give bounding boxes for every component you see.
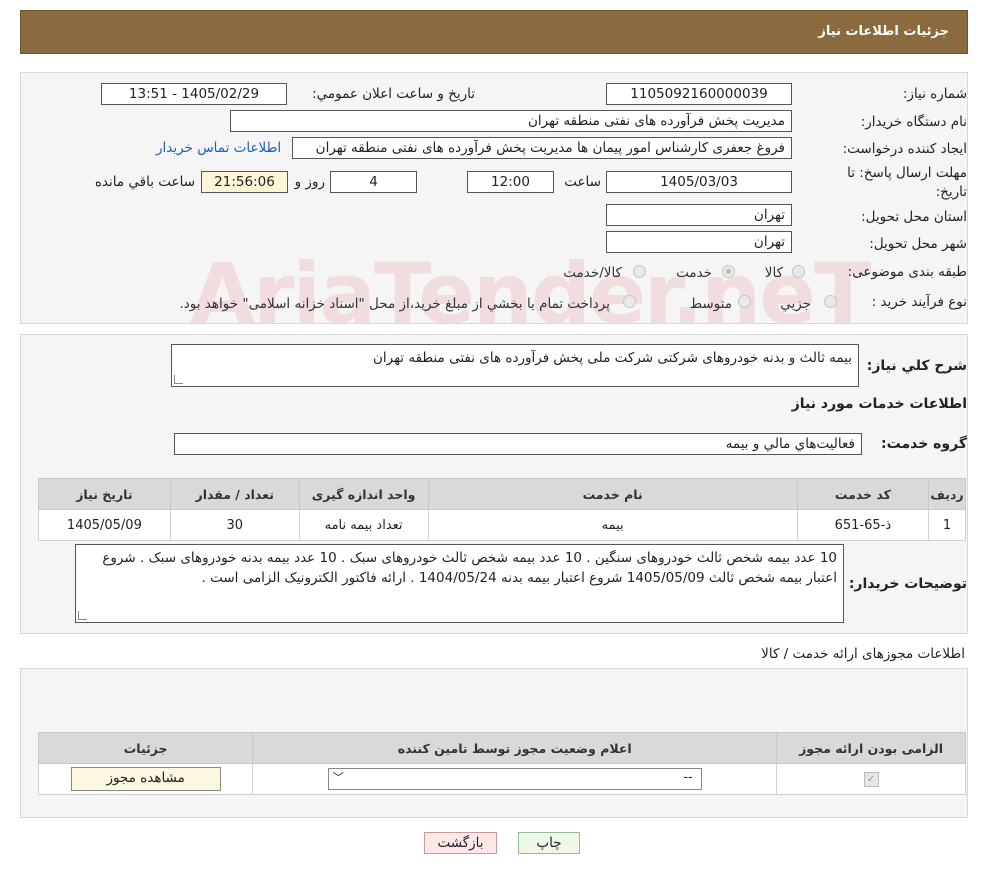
resize-handle-icon[interactable]: [78, 611, 87, 620]
province-field: تهران: [606, 204, 792, 226]
purchase-radio-treasury[interactable]: [623, 295, 636, 308]
category-option-goods: کالا: [764, 265, 783, 281]
general-description-field[interactable]: بیمه ثالث و بدنه خودروهای شرکتی شرکت ملی…: [171, 344, 859, 387]
col-need-date: تاريخ نياز: [38, 478, 171, 510]
buyer-notes-label: توضيحات خريدار:: [848, 576, 967, 592]
col-permit-status: اعلام وضعيت مجوز توسط تامين کننده: [252, 732, 778, 764]
cell-need-date: 1405/05/09: [38, 509, 171, 541]
buyer-org-field: مدیریت پخش فرآورده های نفتی منطقه تهران: [230, 110, 792, 132]
deadline-label-2: تاریخ:: [935, 184, 967, 200]
category-label: طبقه بندی موضوعی:: [847, 264, 967, 280]
need-number-label: شماره نیاز:: [902, 86, 967, 102]
remaining-days-field: 4: [330, 171, 417, 193]
service-group-label: گروه خدمت:: [881, 436, 967, 452]
services-section-title: اطلاعات خدمات مورد نياز: [791, 396, 967, 412]
permits-section-title: اطلاعات مجوزهای ارائه خدمت / کالا: [761, 646, 965, 662]
services-table-header: رديف کد خدمت نام خدمت واحد اندازه گيری ت…: [38, 478, 966, 510]
deadline-date-field: 1405/03/03: [606, 171, 792, 193]
cell-unit: تعداد بیمه نامه: [298, 509, 429, 541]
cell-service-name: بیمه: [427, 509, 798, 541]
purchase-option-minor: جزيي: [780, 296, 811, 312]
category-option-service: خدمت: [676, 265, 712, 281]
requester-field: فروغ جعفری کارشناس امور پیمان ها مدیریت …: [292, 137, 792, 159]
cell-service-code: ذ-65-651: [796, 509, 930, 541]
province-label: استان محل تحويل:: [861, 209, 967, 225]
need-number-field: 1105092160000039: [606, 83, 792, 105]
buyer-contact-link[interactable]: اطلاعات تماس خريدار: [156, 140, 281, 156]
cell-quantity: 30: [169, 509, 300, 541]
category-radio-goods[interactable]: [792, 265, 805, 278]
general-description-text: بیمه ثالث و بدنه خودروهای شرکتی شرکت ملی…: [372, 350, 852, 366]
page-header: جزئیات اطلاعات نیاز: [20, 10, 968, 54]
buyer-notes-text: 10 عدد بیمه شخص ثالث خودروهای سنگین . 10…: [102, 550, 837, 586]
category-option-goods-service: کالا/خدمت: [563, 265, 622, 281]
cell-row: 1: [928, 509, 966, 541]
services-table: رديف کد خدمت نام خدمت واحد اندازه گيری ت…: [38, 478, 966, 541]
remaining-label: ساعت باقي مانده: [94, 174, 195, 190]
buyer-org-label: نام دستگاه خريدار:: [860, 114, 967, 130]
category-radio-goods-service[interactable]: [633, 265, 646, 278]
permit-status-select[interactable]: ﹀ --: [327, 768, 702, 790]
deadline-time-label: ساعت: [564, 174, 601, 190]
back-button[interactable]: بازگشت: [424, 832, 497, 854]
cell-permit-details: مشاهده مجوز: [37, 763, 254, 795]
buyer-notes-field[interactable]: 10 عدد بیمه شخص ثالث خودروهای سنگین . 10…: [75, 544, 844, 623]
purchase-radio-minor[interactable]: [824, 295, 837, 308]
announce-datetime-field: 1405/02/29 - 13:51: [101, 83, 287, 105]
purchase-radio-medium[interactable]: [738, 295, 751, 308]
permits-table: الزامی بودن ارائه مجوز اعلام وضعيت مجوز …: [37, 732, 966, 795]
permit-status-value: --: [683, 770, 693, 785]
col-permit-required: الزامی بودن ارائه مجوز: [776, 732, 966, 764]
deadline-label: مهلت ارسال پاسخ: تا: [847, 165, 967, 181]
remaining-time-field: 21:56:06: [201, 171, 288, 193]
purchase-option-medium: متوسط: [689, 296, 732, 312]
city-field: تهران: [606, 231, 792, 253]
permit-required-checkbox[interactable]: ✓: [863, 772, 879, 787]
table-row: 1 ذ-65-651 بیمه تعداد بیمه نامه 30 1405/…: [38, 509, 966, 541]
cell-permit-required: ✓: [776, 763, 966, 795]
category-radio-service[interactable]: [722, 265, 735, 278]
chevron-down-icon: ﹀: [332, 771, 344, 784]
view-permit-button[interactable]: مشاهده مجوز: [70, 767, 221, 791]
col-service-name: نام خدمت: [427, 478, 798, 510]
general-description-label: شرح کلي نياز:: [866, 358, 967, 374]
col-quantity: تعداد / مقدار: [169, 478, 300, 510]
requester-label: ايجاد کننده درخواست:: [842, 141, 967, 157]
announce-datetime-label: تاریخ و ساعت اعلان عمومي:: [312, 86, 475, 102]
permits-table-header: الزامی بودن ارائه مجوز اعلام وضعيت مجوز …: [37, 732, 966, 764]
days-label: روز و: [294, 174, 325, 190]
city-label: شهر محل تحويل:: [869, 236, 967, 252]
print-button[interactable]: چاپ: [518, 832, 580, 854]
deadline-time-field: 12:00: [467, 171, 554, 193]
col-unit: واحد اندازه گيری: [298, 478, 429, 510]
table-row: ✓ ﹀ -- مشاهده مجوز: [37, 763, 966, 795]
service-group-field: فعاليت‌هاي مالي و بيمه: [174, 433, 862, 455]
purchase-type-label: نوع فرآيند خريد :: [871, 294, 967, 310]
purchase-option-treasury: پرداخت تمام يا بخشي از مبلغ خريد،از محل …: [179, 296, 610, 312]
resize-handle-icon[interactable]: [174, 375, 183, 384]
col-permit-details: جزئيات: [37, 732, 254, 764]
col-row: رديف: [928, 478, 966, 510]
col-service-code: کد خدمت: [796, 478, 930, 510]
cell-permit-status: ﹀ --: [252, 763, 778, 795]
